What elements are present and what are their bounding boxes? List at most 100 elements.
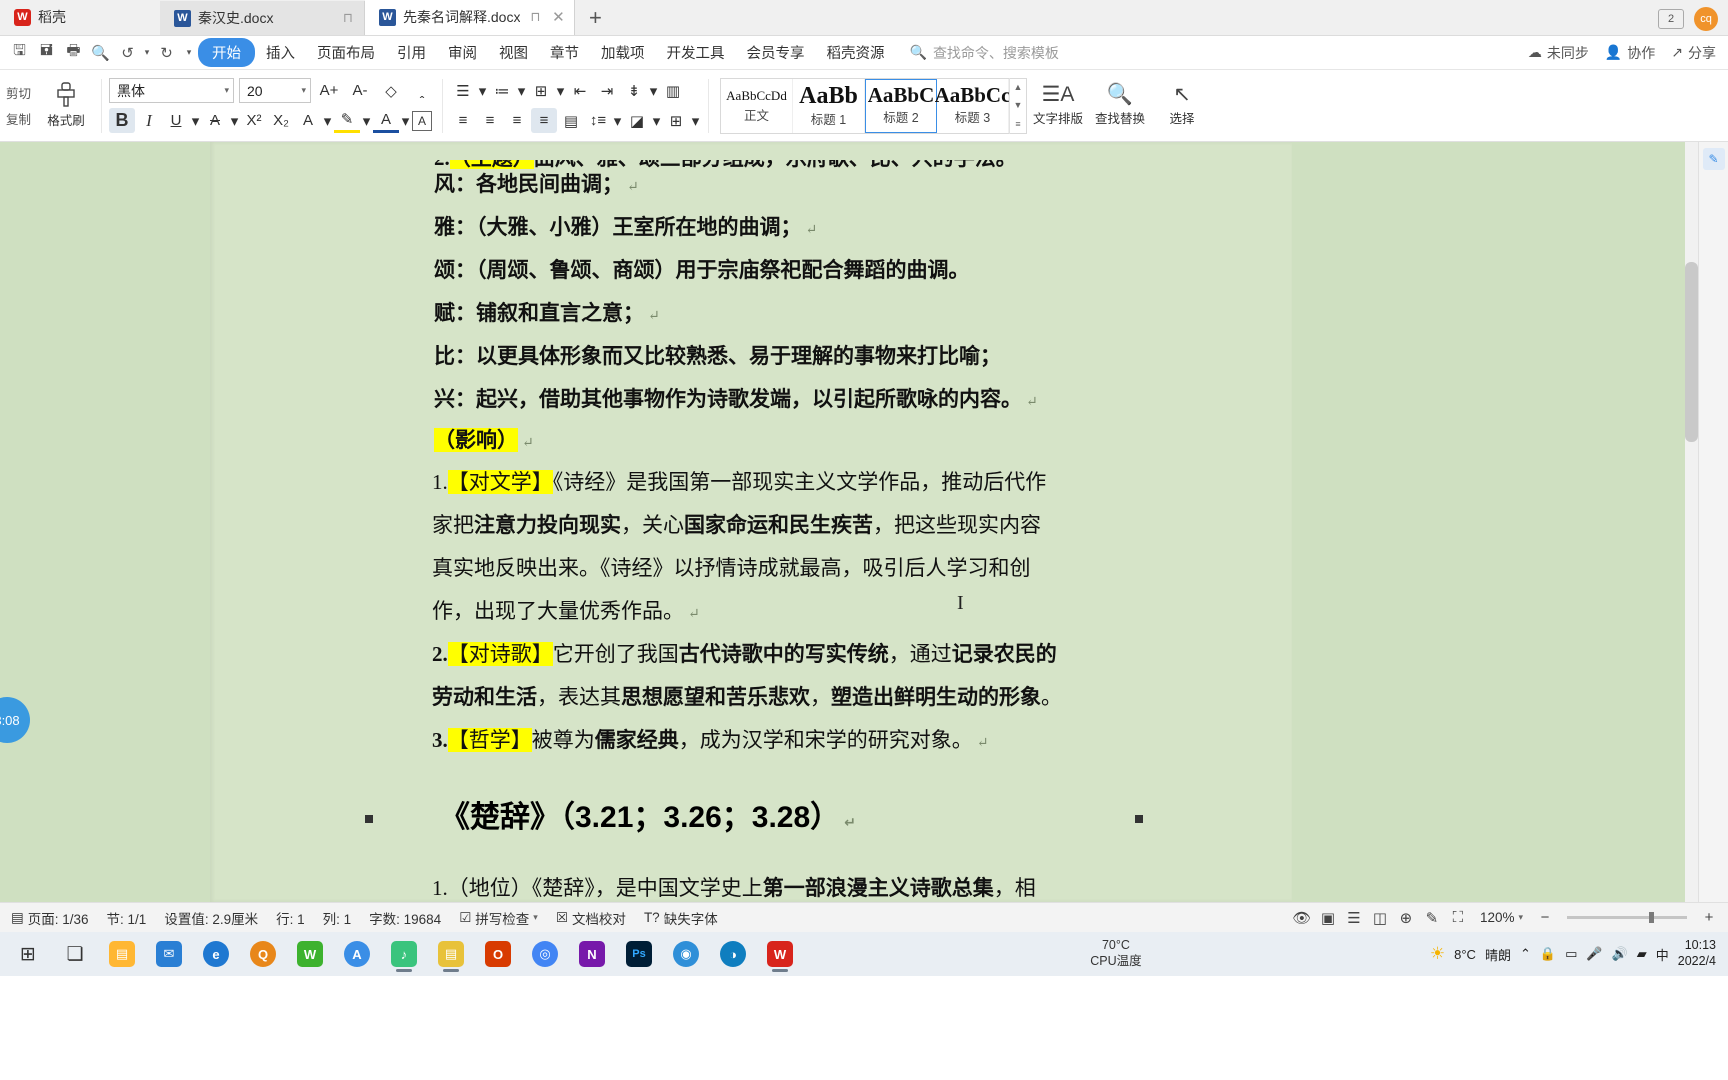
shrink-font-icon[interactable]: A- [347, 78, 373, 103]
menu-item-page-layout[interactable]: 页面布局 [306, 38, 386, 67]
eye-icon[interactable]: 👁 [1289, 907, 1315, 929]
mail-icon[interactable]: ✉ [147, 934, 191, 974]
wps-task-icon[interactable]: W [758, 934, 802, 974]
increase-indent-icon[interactable]: ⇥ [594, 78, 620, 103]
print-icon[interactable]: 🖶 [60, 40, 87, 66]
status-spellcheck[interactable]: ☑ 拼写检查 ▾ [450, 908, 547, 928]
chevron-down-icon[interactable]: ▾ [1518, 912, 1523, 923]
undo-icon[interactable]: ↺ [114, 40, 141, 66]
chrome-icon[interactable]: ◎ [523, 934, 567, 974]
undo-dropdown-icon[interactable]: ▾ [141, 40, 153, 66]
line-spacing-dropdown-icon[interactable]: ▾ [612, 108, 623, 133]
cut-button[interactable]: 剪切 [6, 83, 38, 102]
copy-button[interactable]: 复制 [6, 109, 38, 128]
docer-home-button[interactable]: W 稻壳 [0, 0, 160, 35]
char-border-button[interactable]: A [412, 110, 432, 131]
align-right-icon[interactable]: ≡ [504, 108, 530, 133]
paragraph-layout-icon[interactable]: ⇟ [621, 78, 647, 103]
zoom-slider-thumb[interactable] [1649, 912, 1654, 923]
zoom-slider[interactable] [1567, 912, 1687, 923]
text-layout-button[interactable]: ☰A 文字排版 [1027, 84, 1089, 127]
customize-qat-icon[interactable]: ▾ [180, 40, 198, 66]
zoom-level[interactable]: 120% ▾ [1471, 910, 1532, 925]
borders-dropdown-icon[interactable]: ▾ [690, 108, 701, 133]
status-setting-value[interactable]: 设置值: 2.9厘米 [155, 908, 267, 928]
underline-dropdown-icon[interactable]: ▾ [190, 108, 201, 133]
save-icon[interactable]: 🖫 [6, 40, 33, 66]
bullets-icon[interactable]: ☰ [450, 78, 476, 103]
ruler-icon[interactable]: ▥ [660, 78, 686, 103]
text-effects-button[interactable]: A [295, 108, 321, 133]
photoshop-icon[interactable]: Ps [617, 934, 661, 974]
underline-button[interactable]: U [163, 108, 189, 133]
italic-button[interactable]: I [136, 108, 162, 133]
pin-icon[interactable]: ⊓ [340, 10, 356, 26]
save-as-icon[interactable]: 🖬 [33, 40, 60, 66]
numbering-dropdown-icon[interactable]: ▾ [516, 78, 527, 103]
read-layout-icon[interactable]: ▣ [1315, 907, 1341, 929]
right-side-panel[interactable]: ✎ [1698, 142, 1728, 902]
menu-item-docer[interactable]: 稻壳资源 [816, 38, 896, 67]
line-spacing-icon[interactable]: ↕≡ [585, 108, 611, 133]
tab-count-badge[interactable]: 2 [1658, 9, 1684, 29]
redo-icon[interactable]: ↻ [153, 40, 180, 66]
status-section[interactable]: 节: 1/1 [98, 908, 156, 928]
page-layout-icon[interactable]: ◫ [1367, 907, 1393, 929]
font-color-dropdown-icon[interactable]: ▾ [400, 108, 411, 133]
bold-button[interactable]: B [109, 108, 135, 133]
browser-icon[interactable]: e [194, 934, 238, 974]
task-view-icon[interactable]: ❏ [53, 934, 97, 974]
pen-icon[interactable]: ✎ [1419, 907, 1445, 929]
mic-icon[interactable]: 🎤 [1586, 946, 1602, 962]
bullets-dropdown-icon[interactable]: ▾ [477, 78, 488, 103]
folder2-icon[interactable]: ▤ [429, 934, 473, 974]
search-command-box[interactable]: 🔍 查找命令、搜索模板 [910, 43, 1059, 63]
strikethrough-dropdown-icon[interactable]: ▾ [229, 108, 240, 133]
cpu-temp-widget[interactable]: 70°C CPU温度 [1090, 938, 1141, 969]
paragraph-layout-dropdown-icon[interactable]: ▾ [648, 78, 659, 103]
antivirus-icon[interactable]: A [335, 934, 379, 974]
network-icon[interactable]: ▰ [1637, 946, 1647, 962]
document-tab-1[interactable]: W 秦汉史.docx ⊓ [160, 1, 365, 35]
document-tab-2[interactable]: W 先秦名词解释.docx ⊓ ✕ [365, 0, 576, 35]
menu-item-review[interactable]: 审阅 [437, 38, 488, 67]
font-size-combo[interactable]: 20 ▾ [239, 78, 311, 103]
outline-icon[interactable]: ☰ [1341, 907, 1367, 929]
print-preview-icon[interactable]: 🔍 [87, 40, 114, 66]
select-button[interactable]: ↖ 选择 [1151, 84, 1213, 127]
music-icon[interactable]: ♪ [382, 934, 426, 974]
pinyin-guide-icon[interactable]: ꞈ [409, 78, 435, 103]
pin-icon[interactable]: ⊓ [527, 9, 543, 25]
borders-icon[interactable]: ⊞ [663, 108, 689, 133]
superscript-button[interactable]: X² [241, 108, 267, 133]
align-left-icon[interactable]: ≡ [450, 108, 476, 133]
document-page[interactable]: 2.（主题）曲风、雅、颂三部分组成，乐府歌、比、兴的手法。 风：各地民间曲调； ↵… [210, 142, 1292, 902]
up-arrow-icon[interactable]: ⌃ [1520, 946, 1531, 962]
status-missing-font[interactable]: T? 缺失字体 [635, 908, 727, 928]
status-column[interactable]: 列: 1 [314, 908, 361, 928]
shading-dropdown-icon[interactable]: ▾ [651, 108, 662, 133]
panel-tool-icon[interactable]: ✎ [1702, 148, 1725, 170]
collaborate-button[interactable]: 👤 协作 [1605, 43, 1655, 63]
file-explorer-icon[interactable]: ▤ [100, 934, 144, 974]
find-replace-button[interactable]: 🔍 查找替换 [1089, 84, 1151, 127]
numbering-icon[interactable]: ≔ [489, 78, 515, 103]
style-item-heading1[interactable]: AaBb 标题 1 [793, 78, 865, 133]
style-gallery-scroll[interactable]: ▲ ▼ ≡ [1009, 77, 1026, 134]
avatar[interactable]: cq [1694, 7, 1718, 31]
style-item-normal[interactable]: AaBbCcDd 正文 [721, 78, 793, 133]
web-layout-icon[interactable]: ⊕ [1393, 907, 1419, 929]
multilevel-dropdown-icon[interactable]: ▾ [555, 78, 566, 103]
fit-page-icon[interactable]: ⛶ [1445, 907, 1471, 929]
chevron-down-icon[interactable]: ▾ [533, 912, 538, 923]
share-button[interactable]: ↗ 分享 [1671, 43, 1716, 63]
menu-item-view[interactable]: 视图 [488, 38, 539, 67]
menu-item-insert[interactable]: 插入 [255, 38, 306, 67]
distribute-icon[interactable]: ▤ [558, 108, 584, 133]
status-row[interactable]: 行: 1 [267, 908, 314, 928]
format-painter-button[interactable]: 格式刷 [38, 82, 94, 129]
start-icon[interactable]: ⊞ [6, 934, 50, 974]
highlight-dropdown-icon[interactable]: ▾ [361, 108, 372, 133]
vertical-scrollbar[interactable] [1685, 142, 1698, 902]
close-tab-icon[interactable]: ✕ [550, 8, 566, 26]
